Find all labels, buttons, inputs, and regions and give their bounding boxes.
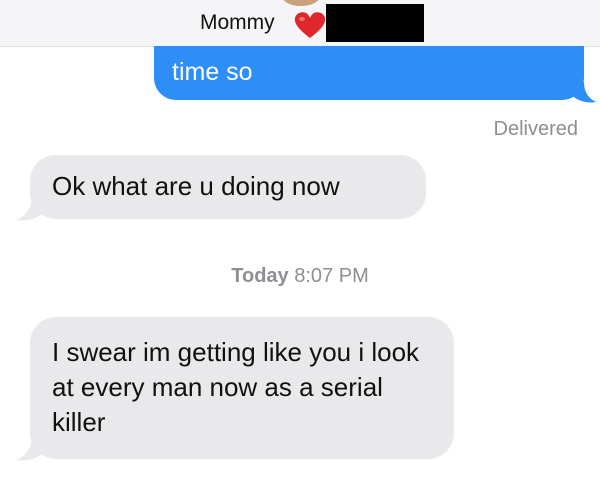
redaction-bar	[326, 4, 424, 42]
incoming-message-bubble[interactable]: Ok what are u doing now	[30, 155, 426, 219]
outgoing-message-text: time so	[172, 58, 253, 86]
incoming-message-text: I swear im getting like you i look at ev…	[52, 337, 420, 437]
message-timestamp: Today 8:07 PM	[0, 262, 600, 290]
timestamp-day: Today	[231, 265, 289, 287]
outgoing-bubble-tail	[570, 82, 596, 103]
incoming-bubble-tail	[16, 196, 46, 221]
timestamp-time: 8:07 PM	[294, 265, 369, 287]
incoming-message-bubble[interactable]: I swear im getting like you i look at ev…	[30, 317, 454, 459]
incoming-bubble-tail	[16, 436, 46, 461]
outgoing-message-bubble[interactable]: time so	[154, 46, 584, 100]
delivered-status: Delivered	[493, 118, 578, 140]
incoming-message-text: Ok what are u doing now	[52, 171, 340, 201]
contact-avatar[interactable]	[282, 0, 320, 6]
heart-icon	[294, 12, 326, 38]
contact-name: Mommy	[200, 11, 275, 34]
conversation-header[interactable]: Mommy	[0, 0, 600, 47]
